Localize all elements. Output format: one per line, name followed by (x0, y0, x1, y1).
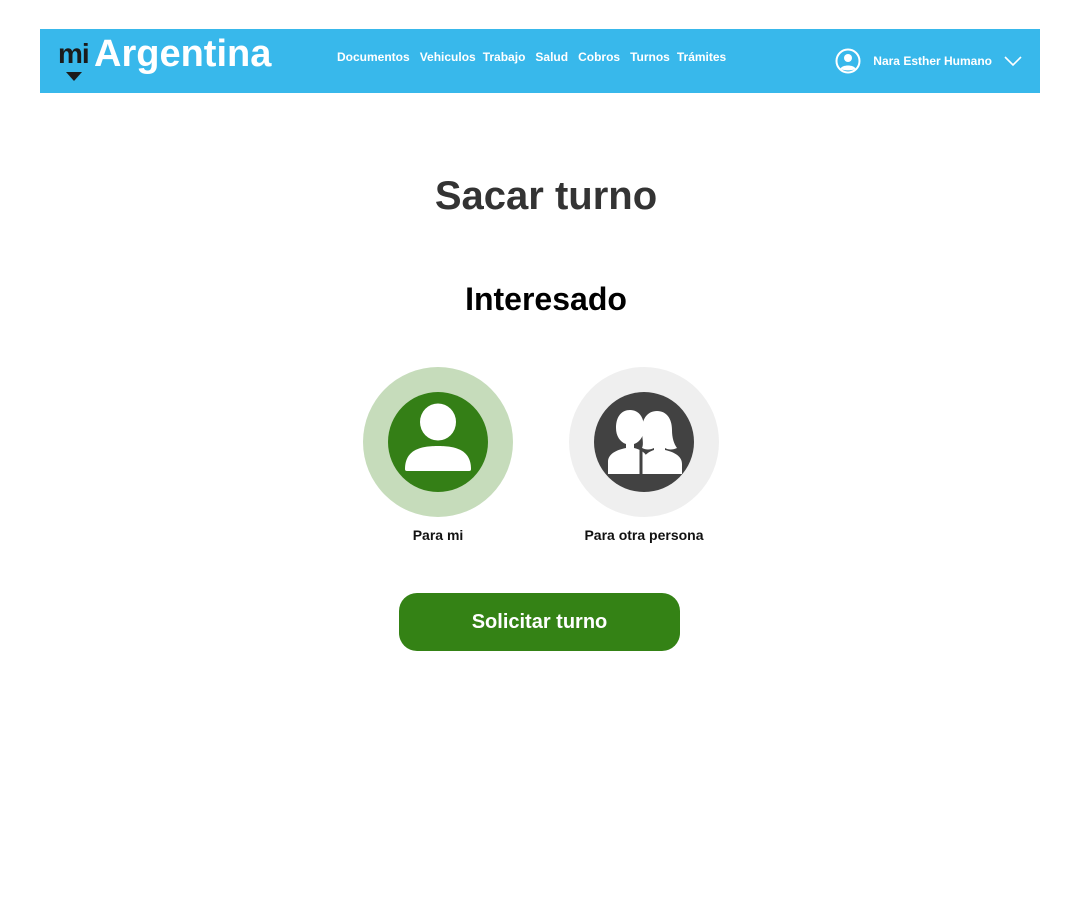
nav-item-documentos[interactable]: Documentos (337, 50, 410, 64)
page-title: Sacar turno (434, 174, 658, 218)
section-title: Interesado (465, 281, 627, 317)
nav-item-cobros[interactable]: Cobros (578, 50, 620, 64)
option-disc (594, 392, 694, 492)
chevron-down-icon[interactable] (1004, 55, 1022, 67)
nav-item-vehiculos[interactable]: Vehiculos (420, 50, 476, 64)
logo-prefix: mi (58, 38, 90, 69)
logo-mi-mark: mi (58, 34, 94, 84)
user-menu[interactable]: Nara Esther Humano (835, 48, 1022, 74)
option-label: Para mi (412, 527, 464, 543)
two-people-icon (608, 410, 682, 474)
nav-item-tramites[interactable]: Trámites (677, 50, 726, 64)
single-person-icon (405, 403, 471, 471)
miargentina-logo[interactable]: mi Argentina (58, 34, 271, 84)
option-unselected-ring (569, 367, 719, 517)
page: mi Argentina Documentos Vehiculos Trabaj… (0, 0, 1080, 900)
top-navigation-bar: mi Argentina Documentos Vehiculos Trabaj… (40, 29, 1040, 93)
logo-pin-icon (66, 72, 82, 81)
option-selected-ring (363, 367, 513, 517)
nav-item-trabajo[interactable]: Trabajo (483, 50, 526, 64)
option-disc (388, 392, 488, 492)
option-label: Para otra persona (584, 527, 704, 543)
option-para-mi[interactable]: Para mi (343, 367, 533, 543)
option-para-otra-persona[interactable]: Para otra persona (549, 367, 739, 543)
main-nav: Documentos Vehiculos Trabajo Salud Cobro… (337, 50, 736, 64)
logo-brand: Argentina (94, 33, 272, 75)
nav-item-turnos[interactable]: Turnos (630, 50, 670, 64)
user-circle-icon (835, 48, 861, 74)
user-name: Nara Esther Humano (873, 54, 992, 68)
nav-item-salud[interactable]: Salud (535, 50, 568, 64)
solicitar-turno-button[interactable]: Solicitar turno (399, 593, 680, 651)
